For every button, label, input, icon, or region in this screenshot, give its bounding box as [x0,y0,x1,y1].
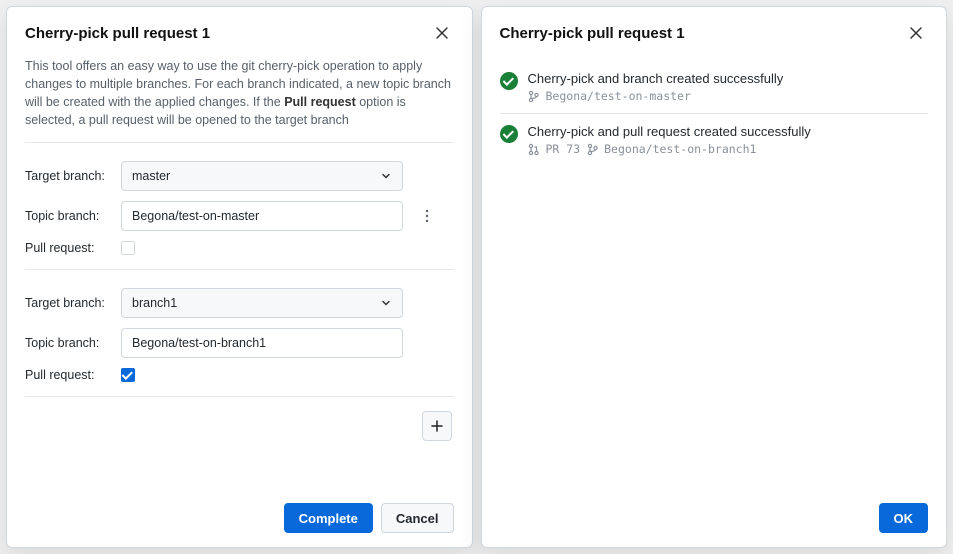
target-branch-label: Target branch: [25,296,121,310]
add-branch-button[interactable] [422,411,452,441]
result-meta-label: Begona/test-on-master [546,89,691,103]
pull-request-checkbox[interactable] [121,241,135,255]
result-meta: Begona/test-on-master [528,89,784,103]
result-list: Cherry-pick and branch created successfu… [500,51,929,176]
modal-header: Cherry-pick pull request 1 [482,7,947,51]
topic-branch-input[interactable] [121,328,403,358]
topic-branch-label: Topic branch: [25,336,121,350]
result-meta-label: Begona/test-on-branch1 [604,142,756,156]
cherry-pick-form-modal: Cherry-pick pull request 1 This tool off… [6,6,473,548]
intro-text: This tool offers an easy way to use the … [25,51,454,143]
modal-body: Cherry-pick and branch created successfu… [482,51,947,491]
success-icon [500,72,518,90]
topic-branch-input[interactable] [121,201,403,231]
add-row-container [25,397,454,441]
topic-branch-label: Topic branch: [25,209,121,223]
pull-request-icon [528,143,540,155]
close-icon [909,26,923,40]
target-branch-value: master [132,169,170,183]
chevron-down-icon [380,170,392,182]
close-icon [435,26,449,40]
result-text: Cherry-pick and pull request created suc… [528,124,811,139]
modal-title: Cherry-pick pull request 1 [25,25,210,42]
result-item: Cherry-pick and branch created successfu… [500,61,929,114]
modal-header: Cherry-pick pull request 1 [7,7,472,51]
chevron-down-icon [380,297,392,309]
branch-group: Target branch: master Topic branch: [25,143,454,270]
complete-button[interactable]: Complete [284,503,373,533]
close-button[interactable] [904,21,928,45]
branch-group: Target branch: branch1 Topic branch: Pul… [25,270,454,397]
result-text: Cherry-pick and branch created successfu… [528,71,784,86]
modal-footer: OK [482,491,947,547]
row-menu-button[interactable] [417,205,437,227]
target-branch-select[interactable]: master [121,161,403,191]
result-meta: PR 73 Begona/test-on-branch1 [528,142,811,156]
modal-title: Cherry-pick pull request 1 [500,25,685,42]
pull-request-label: Pull request: [25,241,121,255]
ok-button[interactable]: OK [879,503,929,533]
target-branch-select[interactable]: branch1 [121,288,403,318]
pull-request-label: Pull request: [25,368,121,382]
cancel-button[interactable]: Cancel [381,503,454,533]
modal-body: This tool offers an easy way to use the … [7,51,472,491]
branch-icon [586,143,598,155]
pull-request-checkbox[interactable] [121,368,135,382]
target-branch-label: Target branch: [25,169,121,183]
success-icon [500,125,518,143]
cherry-pick-result-modal: Cherry-pick pull request 1 Cherry-pick a… [481,6,948,548]
result-meta-label: PR 73 [546,142,581,156]
modal-footer: Complete Cancel [7,491,472,547]
result-item: Cherry-pick and pull request created suc… [500,114,929,166]
close-button[interactable] [430,21,454,45]
kebab-icon [425,209,429,223]
branch-icon [528,90,540,102]
target-branch-value: branch1 [132,296,177,310]
plus-icon [430,419,444,433]
